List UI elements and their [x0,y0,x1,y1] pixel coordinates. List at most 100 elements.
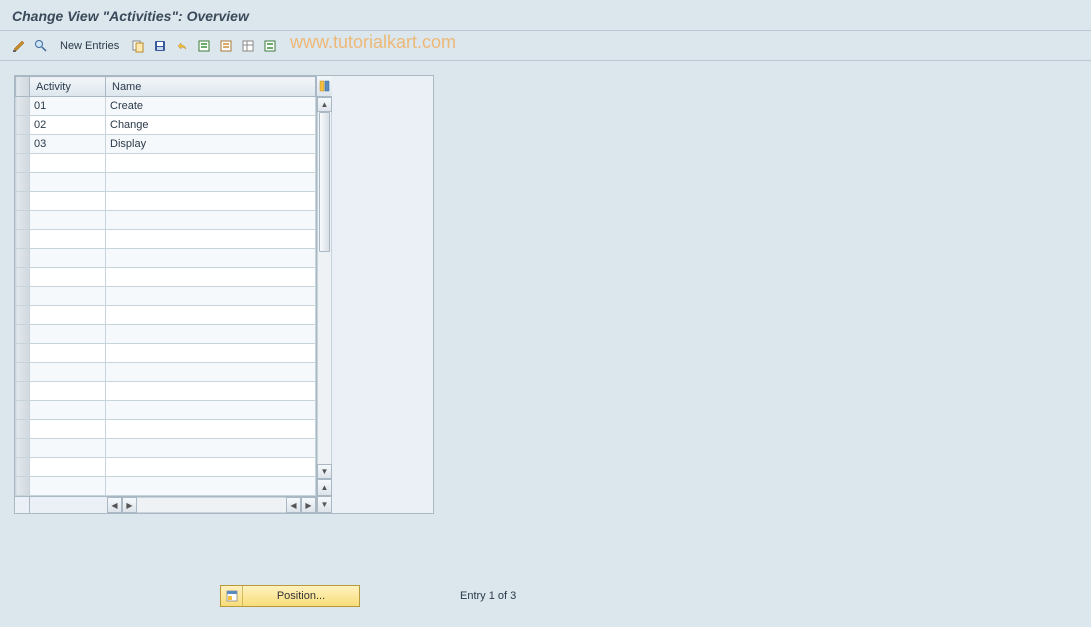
row-selector[interactable] [16,116,30,135]
row-selector[interactable] [16,344,30,363]
row-selector[interactable] [16,401,30,420]
table-row-empty [16,154,316,173]
cell-name-empty[interactable] [106,363,316,382]
scroll-left-button[interactable]: ◀ [107,497,122,513]
row-selector[interactable] [16,230,30,249]
horizontal-scrollbar: ◀ ▶ ◀ ▶ [15,496,316,513]
cell-activity-empty[interactable] [30,325,106,344]
vscroll-track[interactable] [317,112,332,464]
scroll-left-end-button[interactable]: ◀ [286,497,301,513]
print-icon[interactable] [261,37,279,55]
find-icon[interactable] [32,37,50,55]
cell-activity-empty[interactable] [30,458,106,477]
deselect-all-icon[interactable] [217,37,235,55]
scroll-down-page-button[interactable]: ▼ [317,496,332,513]
row-selector[interactable] [16,154,30,173]
cell-name-empty[interactable] [106,173,316,192]
cell-activity-empty[interactable] [30,477,106,496]
cell-name-empty[interactable] [106,477,316,496]
select-all-rows[interactable] [16,77,30,97]
cell-name-empty[interactable] [106,268,316,287]
row-selector[interactable] [16,192,30,211]
select-all-icon[interactable] [195,37,213,55]
undo-icon[interactable] [173,37,191,55]
cell-activity-empty[interactable] [30,382,106,401]
cell-name-empty[interactable] [106,458,316,477]
cell-name-empty[interactable] [106,325,316,344]
cell-activity-empty[interactable] [30,420,106,439]
table-row-empty [16,477,316,496]
row-selector[interactable] [16,458,30,477]
cell-activity-empty[interactable] [30,211,106,230]
cell-name-empty[interactable] [106,249,316,268]
cell-activity-empty[interactable] [30,439,106,458]
cell-activity-empty[interactable] [30,306,106,325]
scroll-right-end-button[interactable]: ▶ [301,497,316,513]
scroll-up-page-button[interactable]: ▲ [317,479,332,496]
row-selector[interactable] [16,211,30,230]
row-selector[interactable] [16,477,30,496]
table-row-empty [16,230,316,249]
activities-table: Activity Name 01Create02Change03Display [15,76,316,496]
cell-activity[interactable]: 01 [30,97,106,116]
new-entries-button[interactable]: New Entries [54,40,125,52]
vertical-scrollbar: ▲ ▼ ▲ ▼ [316,76,332,513]
cell-activity-empty[interactable] [30,154,106,173]
entry-status: Entry 1 of 3 [460,590,516,602]
cell-name-empty[interactable] [106,287,316,306]
row-selector[interactable] [16,420,30,439]
cell-name-empty[interactable] [106,192,316,211]
cell-name[interactable]: Create [106,97,316,116]
cell-name-empty[interactable] [106,306,316,325]
cell-activity-empty[interactable] [30,344,106,363]
cell-name-empty[interactable] [106,401,316,420]
cell-activity-empty[interactable] [30,287,106,306]
cell-name[interactable]: Display [106,135,316,154]
position-button[interactable]: Position... [220,585,360,607]
table-row-empty [16,192,316,211]
table-settings-icon[interactable] [239,37,257,55]
row-selector[interactable] [16,382,30,401]
cell-activity-empty[interactable] [30,363,106,382]
row-selector[interactable] [16,439,30,458]
row-selector[interactable] [16,306,30,325]
row-selector[interactable] [16,135,30,154]
cell-activity-empty[interactable] [30,192,106,211]
cell-activity-empty[interactable] [30,268,106,287]
cell-name-empty[interactable] [106,439,316,458]
copy-icon[interactable] [129,37,147,55]
column-header-name[interactable]: Name [106,77,316,97]
cell-name-empty[interactable] [106,382,316,401]
scroll-up-button[interactable]: ▲ [317,97,332,112]
row-selector[interactable] [16,325,30,344]
cell-activity[interactable]: 03 [30,135,106,154]
cell-activity[interactable]: 02 [30,116,106,135]
table-row: 01Create [16,97,316,116]
cell-name-empty[interactable] [106,211,316,230]
cell-name-empty[interactable] [106,344,316,363]
row-selector[interactable] [16,97,30,116]
table-row-empty [16,439,316,458]
cell-activity-empty[interactable] [30,173,106,192]
cell-name-empty[interactable] [106,154,316,173]
cell-activity-empty[interactable] [30,230,106,249]
cell-name-empty[interactable] [106,230,316,249]
cell-activity-empty[interactable] [30,401,106,420]
row-selector[interactable] [16,173,30,192]
change-mode-icon[interactable] [10,37,28,55]
cell-name-empty[interactable] [106,420,316,439]
row-selector[interactable] [16,287,30,306]
column-header-activity[interactable]: Activity [30,77,106,97]
scroll-right-button[interactable]: ▶ [122,497,137,513]
table-row-empty [16,306,316,325]
row-selector[interactable] [16,249,30,268]
scroll-down-button[interactable]: ▼ [317,464,332,479]
cell-name[interactable]: Change [106,116,316,135]
row-selector[interactable] [16,268,30,287]
table-config-icon[interactable] [317,76,332,97]
cell-activity-empty[interactable] [30,249,106,268]
save-icon[interactable] [151,37,169,55]
hscroll-track[interactable] [137,497,286,513]
vscroll-thumb[interactable] [319,112,330,252]
row-selector[interactable] [16,363,30,382]
